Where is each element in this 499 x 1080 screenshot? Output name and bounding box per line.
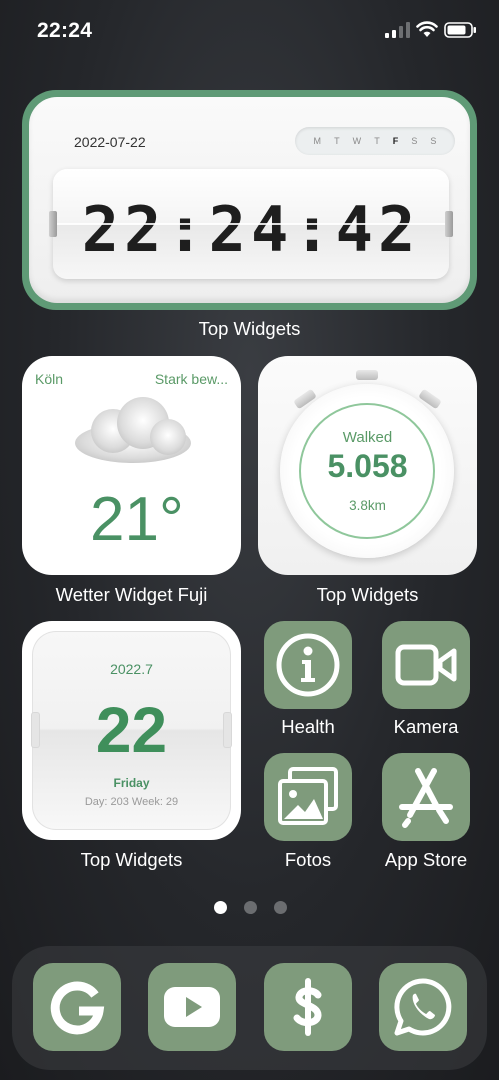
google-icon bbox=[50, 981, 105, 1035]
page-dot-3[interactable] bbox=[274, 901, 287, 914]
video-camera-icon bbox=[395, 644, 457, 686]
fotos-app-icon[interactable] bbox=[264, 753, 352, 841]
whatsapp-app-icon[interactable] bbox=[379, 963, 467, 1051]
weekday-thu: T bbox=[374, 136, 380, 146]
youtube-icon bbox=[164, 987, 220, 1027]
status-bar: 22:24 bbox=[0, 0, 499, 60]
weekday-fri: F bbox=[392, 136, 399, 146]
step-count: 5.058 bbox=[327, 448, 408, 484]
walked-title: Walked bbox=[342, 429, 393, 446]
flip-clock-time: 22:24:42 bbox=[81, 193, 421, 266]
flip-divider bbox=[53, 223, 449, 225]
cloud-icon bbox=[75, 397, 191, 463]
weekday-sun: S bbox=[430, 136, 437, 146]
health-app-icon[interactable] bbox=[264, 621, 352, 709]
weather-temperature: 21° bbox=[90, 485, 184, 554]
weather-condition: Stark bew... bbox=[154, 371, 228, 387]
calendar-day: 22 bbox=[95, 694, 168, 766]
weather-city: Köln bbox=[35, 371, 64, 387]
weekday-wed: W bbox=[352, 136, 362, 146]
kamera-app-label: Kamera bbox=[393, 716, 459, 737]
step-counter-widget[interactable]: Walked 5.058 3.8km bbox=[258, 356, 477, 575]
weekday-sat: S bbox=[411, 136, 418, 146]
weekday-tue: T bbox=[334, 136, 340, 146]
left-hinge bbox=[49, 211, 57, 237]
dollar-icon bbox=[293, 978, 322, 1036]
battery-icon bbox=[444, 22, 476, 38]
status-time: 22:24 bbox=[37, 19, 93, 42]
dollar-app-icon[interactable] bbox=[264, 963, 352, 1051]
calendar-month: 2022.7 bbox=[110, 661, 153, 677]
clock-widget-label: Top Widgets bbox=[198, 318, 301, 339]
wifi-icon bbox=[416, 21, 438, 37]
fotos-app-label: Fotos bbox=[284, 849, 332, 870]
page-dot-1[interactable] bbox=[214, 901, 227, 914]
cellular-signal-icon bbox=[385, 22, 410, 38]
youtube-app-icon[interactable] bbox=[148, 963, 236, 1051]
weekday-strip: M T W T F S S bbox=[295, 127, 455, 155]
whatsapp-icon bbox=[394, 978, 452, 1036]
health-app-label: Health bbox=[281, 716, 335, 737]
app-store-app-label: App Store bbox=[384, 849, 468, 870]
flip-clock-widget[interactable]: 2022-07-22 M T W T F S S 22:24:42 bbox=[22, 90, 477, 310]
stopwatch-top-knob bbox=[356, 370, 378, 380]
flip-clock-face: 2022-07-22 M T W T F S S 22:24:42 bbox=[29, 97, 470, 303]
right-hinge bbox=[445, 211, 453, 237]
app-store-icon bbox=[399, 768, 453, 828]
calendar-widget-label: Top Widgets bbox=[80, 849, 183, 870]
calendar-weekday: Friday bbox=[113, 776, 150, 790]
clock-date: 2022-07-22 bbox=[74, 134, 146, 150]
weather-widget-label: Wetter Widget Fuji bbox=[55, 584, 208, 605]
photos-icon bbox=[278, 767, 338, 825]
calendar-widget[interactable]: 2022.7 22 Friday Day: 203 Week: 29 bbox=[22, 621, 241, 840]
weekday-mon: M bbox=[313, 136, 322, 146]
google-app-icon[interactable] bbox=[33, 963, 121, 1051]
walk-distance: 3.8km bbox=[349, 498, 386, 513]
weather-widget[interactable]: Köln Stark bew... 21° bbox=[22, 356, 241, 575]
kamera-app-icon[interactable] bbox=[382, 621, 470, 709]
page-dot-2[interactable] bbox=[244, 901, 257, 914]
step-widget-label: Top Widgets bbox=[316, 584, 419, 605]
app-store-app-icon[interactable] bbox=[382, 753, 470, 841]
flip-time-panel: 22:24:42 bbox=[49, 169, 453, 279]
info-icon bbox=[276, 633, 340, 697]
dock bbox=[12, 946, 487, 1070]
calendar-day-week-info: Day: 203 Week: 29 bbox=[84, 796, 179, 808]
